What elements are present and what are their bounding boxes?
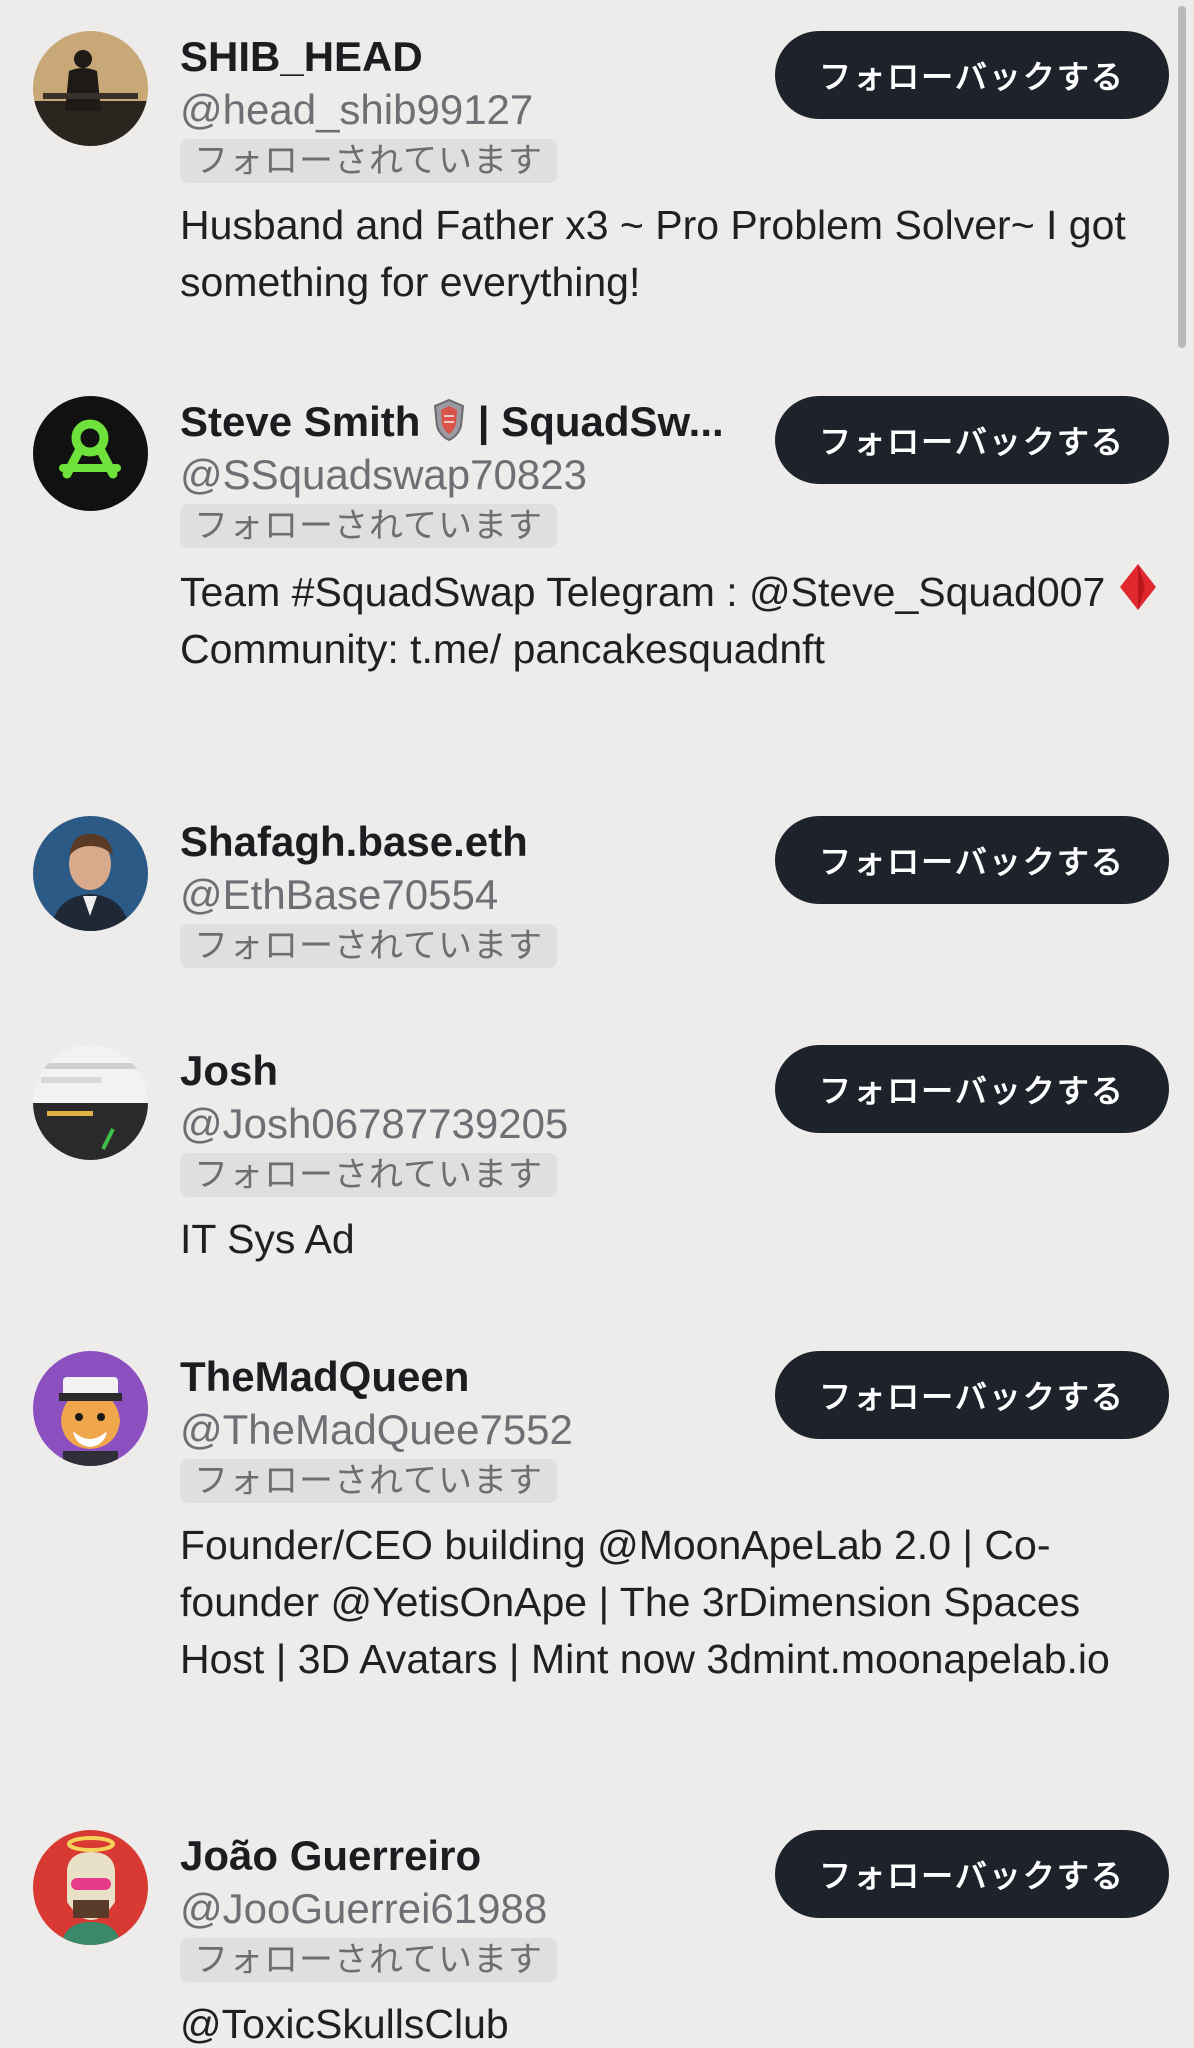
follow-back-button[interactable]: フォローバックする bbox=[775, 396, 1169, 484]
display-name-part: Steve Smith bbox=[180, 398, 421, 445]
display-name-part: | SquadSw... bbox=[466, 398, 724, 445]
follow-back-button[interactable]: フォローバックする bbox=[775, 31, 1169, 119]
avatar[interactable] bbox=[33, 31, 148, 146]
follows-you-badge: フォローされています bbox=[180, 1459, 557, 1503]
follows-you-badge: フォローされています bbox=[180, 924, 557, 968]
follows-you-badge: フォローされています bbox=[180, 504, 557, 548]
follows-you-badge: フォローされています bbox=[180, 1938, 557, 1982]
follows-you-badge: フォローされています bbox=[180, 139, 557, 183]
followers-list: SHIB_HEAD @head_shib99127 フォローされています Hus… bbox=[0, 0, 1194, 2048]
avatar[interactable] bbox=[33, 396, 148, 511]
avatar[interactable] bbox=[33, 1045, 148, 1160]
display-name[interactable]: Josh bbox=[180, 1045, 760, 1097]
follow-back-button[interactable]: フォローバックする bbox=[775, 816, 1169, 904]
follow-back-button[interactable]: フォローバックする bbox=[775, 1351, 1169, 1439]
display-name[interactable]: TheMadQueen bbox=[180, 1351, 760, 1403]
avatar-image bbox=[33, 816, 148, 931]
bio-text: Community: t.me/ pancakesquadnft bbox=[180, 626, 825, 672]
avatar-image bbox=[33, 1045, 148, 1160]
bio-text: Team #SquadSwap Telegram : @Steve_Squad0… bbox=[180, 569, 1117, 615]
scrollbar[interactable] bbox=[1178, 6, 1186, 348]
display-name[interactable]: SHIB_HEAD bbox=[180, 31, 760, 83]
avatar[interactable] bbox=[33, 1351, 148, 1466]
avatar[interactable] bbox=[33, 816, 148, 931]
avatar-image bbox=[33, 1351, 148, 1466]
display-name[interactable]: Shafagh.base.eth bbox=[180, 816, 760, 868]
user-bio: Team #SquadSwap Telegram : @Steve_Squad0… bbox=[180, 562, 1170, 678]
follow-back-button[interactable]: フォローバックする bbox=[775, 1830, 1169, 1918]
user-bio: IT Sys Ad bbox=[180, 1216, 355, 1262]
red-diamond-emoji-icon bbox=[1119, 564, 1156, 610]
user-bio: Husband and Father x3 ~ Pro Problem Solv… bbox=[180, 202, 1126, 305]
display-name[interactable]: Steve Smith | SquadSw... bbox=[180, 396, 760, 448]
follows-you-badge: フォローされています bbox=[180, 1153, 557, 1197]
shield-emoji-icon bbox=[434, 398, 465, 442]
avatar-image bbox=[33, 1830, 148, 1945]
avatar[interactable] bbox=[33, 1830, 148, 1945]
user-bio: @ToxicSkullsClub bbox=[180, 2001, 509, 2047]
avatar-image bbox=[33, 31, 148, 146]
follow-back-button[interactable]: フォローバックする bbox=[775, 1045, 1169, 1133]
user-bio: Founder/CEO building @MoonApeLab 2.0 | C… bbox=[180, 1522, 1110, 1682]
avatar-image bbox=[33, 396, 148, 511]
display-name[interactable]: João Guerreiro bbox=[180, 1830, 760, 1882]
